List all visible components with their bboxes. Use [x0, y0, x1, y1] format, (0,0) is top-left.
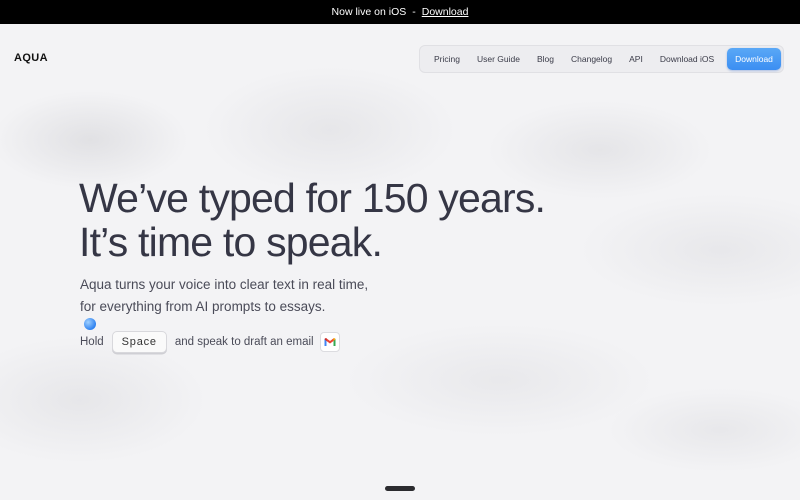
hold-prefix: Hold [80, 336, 104, 348]
hero-subtitle-line-2-text: for everything from AI prompts to essays… [80, 299, 326, 314]
announcement-bar: Now live on iOS - Download [0, 0, 800, 24]
nav-item-api[interactable]: API [629, 54, 643, 64]
hero-subtitle-line-1: Aqua turns your voice into clear text in… [80, 277, 369, 292]
hero-headline: We’ve typed for 150 years. It’s time to … [79, 175, 546, 265]
scroll-handle[interactable] [385, 486, 415, 491]
hero-subtitle-line-2: for everything from AI prompts to essays… [80, 296, 368, 330]
voice-orb-icon [84, 318, 96, 330]
download-button[interactable]: Download [727, 48, 781, 70]
gmail-icon [319, 332, 340, 352]
announcement-separator: - [412, 6, 416, 18]
announcement-download-link[interactable]: Download [422, 6, 469, 18]
nav-item-changelog[interactable]: Changelog [571, 54, 612, 64]
logo[interactable]: AQUA [14, 52, 48, 64]
gmail-logo-svg [324, 338, 336, 346]
nav-item-blog[interactable]: Blog [537, 54, 554, 64]
hero-headline-line-2: It’s time to speak. [79, 219, 383, 265]
hold-instruction: Hold Space and speak to draft an email [80, 330, 340, 354]
space-key: Space [111, 331, 167, 353]
nav-item-pricing[interactable]: Pricing [434, 54, 460, 64]
nav-item-download-ios[interactable]: Download iOS [660, 54, 714, 64]
hero-subtitle: Aqua turns your voice into clear text in… [80, 274, 368, 330]
nav-menu: Pricing User Guide Blog Changelog API Do… [419, 45, 784, 73]
hold-suffix: and speak to draft an email [174, 336, 314, 348]
nav-item-user-guide[interactable]: User Guide [477, 54, 520, 64]
announcement-text: Now live on iOS [331, 6, 407, 18]
hero-headline-line-1: We’ve typed for 150 years. [79, 175, 546, 221]
